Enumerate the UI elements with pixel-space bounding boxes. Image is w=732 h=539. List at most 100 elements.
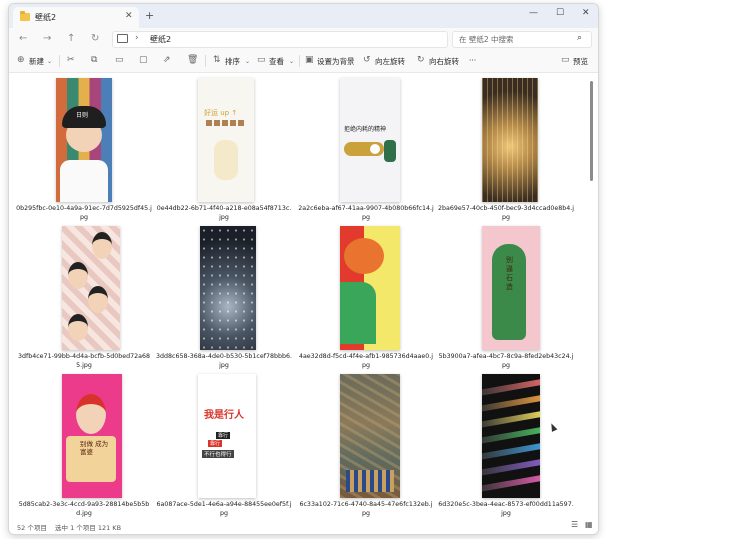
wallpaper-icon: ▣ bbox=[305, 55, 314, 65]
forward-icon[interactable]: → bbox=[43, 33, 51, 44]
coins-illustration bbox=[206, 120, 246, 126]
file-name: 6c33a102-71c6-4740-8a45-47e6fc132eb.jpg bbox=[299, 501, 433, 517]
delete-icon[interactable]: 🗑 bbox=[187, 55, 198, 65]
file-item[interactable]: 日则 0b295fbc-0e10-4a9a-91ec-7d7d5925df45.… bbox=[16, 78, 152, 226]
back-icon[interactable]: ← bbox=[19, 33, 27, 44]
face-illustration bbox=[68, 314, 88, 341]
pencil-illustration bbox=[482, 409, 540, 429]
face-illustration bbox=[92, 232, 112, 259]
rotate-right-button[interactable]: 向右旋转 bbox=[429, 56, 459, 67]
file-item[interactable]: 别做 成为 富婆 5d85cab2-3e3c-4ccd-9a93-28814be… bbox=[16, 374, 152, 522]
file-name: 3dd8c658-368a-4de0-b530-5b1cef78bbb6.jpg bbox=[156, 353, 292, 369]
more-button[interactable]: ··· bbox=[469, 56, 476, 65]
thumb-text: 别逼石造 bbox=[506, 256, 513, 291]
file-name: 0e44db22-6b71-4f40-a218-e08a54f8713c.jpg bbox=[156, 205, 292, 221]
image-thumbnail bbox=[340, 226, 400, 350]
search-input[interactable]: 在 壁纸2 中搜索 ⌕ bbox=[452, 31, 592, 48]
image-thumbnail: 拒绝内耗的精神 bbox=[340, 78, 400, 202]
tab-bar: 壁纸2 ✕ + — ☐ ✕ bbox=[9, 4, 598, 28]
image-thumbnail: 别做 成为 富婆 bbox=[62, 374, 122, 498]
rotate-left-button[interactable]: 向左旋转 bbox=[375, 56, 405, 67]
details-pane-icon: ▭ bbox=[561, 55, 570, 65]
image-thumbnail: 日则 bbox=[56, 78, 112, 202]
face-illustration bbox=[76, 394, 106, 434]
refresh-icon[interactable]: ↻ bbox=[91, 33, 99, 44]
scrollbar-thumb[interactable] bbox=[590, 81, 593, 181]
file-item[interactable]: 4ae32d8d-f5cd-4f4e-afb1-985736d4aae0.jpg bbox=[298, 226, 434, 374]
view-button[interactable]: 查看 bbox=[269, 56, 284, 67]
image-thumbnail bbox=[482, 78, 538, 202]
thumb-title: 我是行人 bbox=[204, 410, 244, 421]
tab-title: 壁纸2 bbox=[35, 13, 57, 22]
copy-icon[interactable]: ⧉ bbox=[91, 55, 97, 65]
thumb-text: 日则 bbox=[76, 112, 89, 119]
rotate-right-icon: ↻ bbox=[417, 55, 425, 65]
file-item[interactable]: 我是行人 靠行 靠行 不行也得行 6a087ace-5de1-4e6a-a94e… bbox=[156, 374, 292, 522]
chevron-down-icon: ⌄ bbox=[47, 58, 53, 65]
face-illustration bbox=[68, 262, 88, 289]
set-wallpaper-button[interactable]: 设置为背景 bbox=[317, 56, 355, 67]
file-name: 6d320e5c-3bea-4eac-8573-ef00dd11a597.jpg bbox=[438, 501, 574, 517]
pencil-illustration bbox=[482, 425, 540, 445]
search-placeholder: 在 壁纸2 中搜索 bbox=[459, 35, 514, 44]
image-thumbnail: 我是行人 靠行 靠行 不行也得行 bbox=[198, 374, 256, 498]
pencil-illustration bbox=[482, 393, 540, 413]
file-item[interactable]: 6c33a102-71c6-4740-8a45-47e6fc132eb.jpg bbox=[298, 374, 434, 522]
file-item[interactable]: 拒绝内耗的精神 2a2c6eba-af67-41aa-9907-4b080b66… bbox=[298, 78, 434, 226]
chevron-down-icon: ⌄ bbox=[289, 58, 295, 65]
file-item[interactable]: 别逼石造 5b3900a7-afea-4bc7-8c9a-8fed2eb43c2… bbox=[438, 226, 574, 374]
thumbnail-view-icon[interactable]: ▦ bbox=[585, 520, 593, 529]
new-button[interactable]: 新建 bbox=[29, 56, 44, 67]
figure-illustration bbox=[384, 140, 396, 162]
lights-illustration bbox=[482, 78, 538, 202]
divider bbox=[59, 55, 60, 67]
item-count: 52 个项目 bbox=[17, 524, 47, 532]
file-item[interactable]: 好运 up ↑ 0e44db22-6b71-4f40-a218-e08a54f8… bbox=[156, 78, 292, 226]
command-bar: ⊕ 新建 ⌄ ✂ ⧉ ▭ ▢ ⇗ 🗑 ⇅ 排序 ⌄ ▭ 查看 ⌄ ▣ 设置为背景… bbox=[9, 50, 598, 73]
minimize-button[interactable]: — bbox=[529, 8, 538, 18]
file-explorer-window: 壁纸2 ✕ + — ☐ ✕ ← → ↑ ↻ › 壁纸2 在 壁纸2 中搜索 ⌕ … bbox=[8, 3, 599, 535]
close-window-button[interactable]: ✕ bbox=[582, 8, 590, 18]
new-tab-button[interactable]: + bbox=[145, 9, 154, 22]
monitor-icon bbox=[117, 34, 128, 43]
tab-close-icon[interactable]: ✕ bbox=[125, 11, 133, 21]
image-thumbnail bbox=[482, 374, 540, 498]
pencil-illustration bbox=[482, 441, 540, 461]
figure-illustration bbox=[214, 140, 238, 180]
file-name: 2a2c6eba-af67-41aa-9907-4b080b66fc14.jpg bbox=[298, 205, 434, 221]
file-item[interactable]: 3dfb4ce71-99bb-4d4a-bcfb-5d0bed72a685.jp… bbox=[16, 226, 152, 374]
cut-icon[interactable]: ✂ bbox=[67, 55, 75, 65]
file-name: 4ae32d8d-f5cd-4f4e-afb1-985736d4aae0.jpg bbox=[298, 353, 434, 369]
thumb-text: 靠行 bbox=[216, 432, 231, 439]
up-icon[interactable]: ↑ bbox=[67, 33, 75, 44]
file-name: 6a087ace-5de1-4e6a-a94e-88455ee0ef5f.jpg bbox=[156, 501, 292, 517]
details-button[interactable]: 预览 bbox=[573, 56, 588, 67]
rename-icon[interactable]: ▢ bbox=[139, 55, 148, 65]
paste-icon[interactable]: ▭ bbox=[115, 55, 124, 65]
rotate-left-icon: ↺ bbox=[363, 55, 371, 65]
file-name: 3dfb4ce71-99bb-4d4a-bcfb-5d0bed72a685.jp… bbox=[18, 353, 150, 369]
pencil-illustration bbox=[482, 377, 540, 397]
sort-button[interactable]: 排序 bbox=[225, 56, 240, 67]
share-icon[interactable]: ⇗ bbox=[163, 55, 171, 65]
thumb-text: 别做 成为 富婆 bbox=[80, 440, 109, 456]
chevron-down-icon: ⌄ bbox=[245, 58, 251, 65]
thumb-text: 好运 up ↑ bbox=[204, 109, 238, 117]
sort-icon: ⇅ bbox=[213, 55, 221, 65]
tab-wallpaper2[interactable]: 壁纸2 ✕ bbox=[13, 7, 139, 28]
file-item[interactable]: 6d320e5c-3bea-4eac-8573-ef00dd11a597.jpg bbox=[438, 374, 574, 522]
selection-info: 选中 1 个项目 121 KB bbox=[55, 524, 122, 532]
pencil-illustration bbox=[482, 473, 540, 493]
file-name: 5b3900a7-afea-4bc7-8c9a-8fed2eb43c24.jpg bbox=[438, 353, 574, 369]
breadcrumb-wallpaper2[interactable]: 壁纸2 bbox=[150, 34, 171, 45]
details-view-icon[interactable]: ☰ bbox=[571, 520, 578, 529]
maximize-button[interactable]: ☐ bbox=[556, 8, 564, 18]
divider bbox=[299, 55, 300, 67]
body-illustration bbox=[340, 282, 376, 344]
image-thumbnail bbox=[62, 226, 120, 350]
file-item[interactable]: 3dd8c658-368a-4de0-b530-5b1cef78bbb6.jpg bbox=[156, 226, 292, 374]
shirt-illustration bbox=[60, 160, 108, 202]
file-item[interactable]: 2ba69e57-40cb-450f-bec9-3d4ccad0e8b4.jpg bbox=[438, 78, 574, 226]
address-bar[interactable]: › 壁纸2 bbox=[112, 31, 448, 48]
thumb-text: 靠行 bbox=[208, 440, 223, 447]
